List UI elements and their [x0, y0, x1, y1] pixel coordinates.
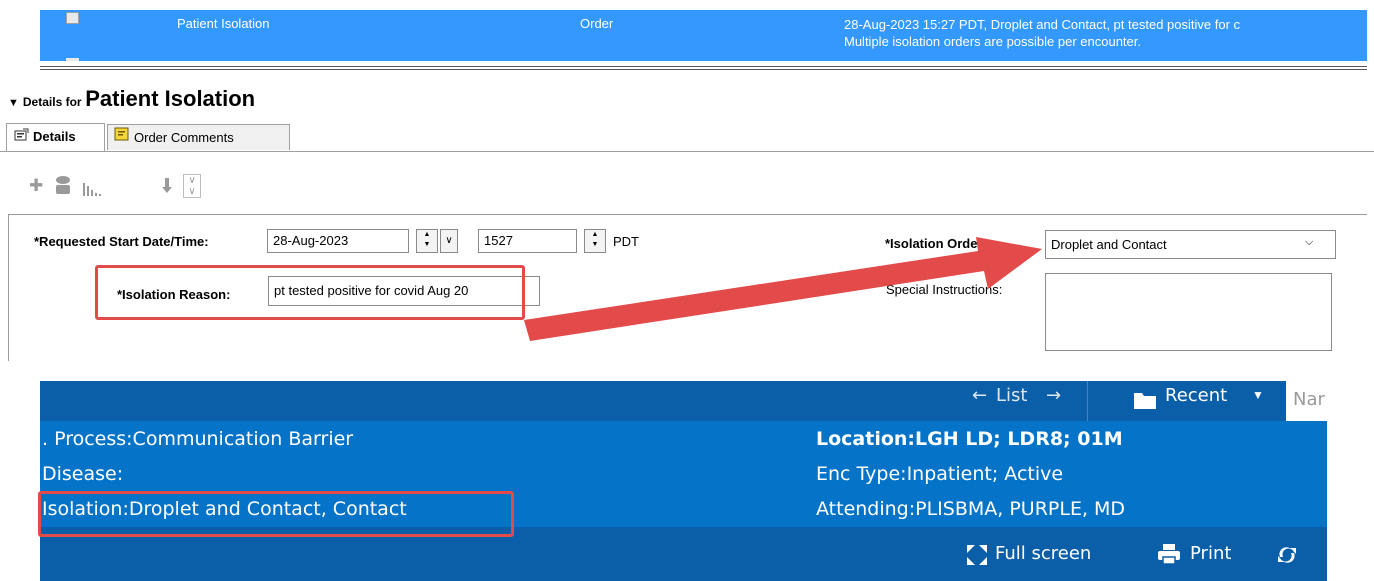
row-checkbox[interactable] — [66, 12, 79, 24]
divider — [40, 66, 1367, 67]
chevron-down-icon[interactable]: ⌵ — [1305, 236, 1313, 249]
tab-details[interactable]: Details — [6, 123, 105, 151]
refresh-icon[interactable] — [1276, 545, 1298, 568]
comments-icon — [114, 125, 130, 151]
caret-down-icon[interactable]: ▼ — [1252, 388, 1264, 402]
selected-order-row[interactable]: Patient Isolation Order 28-Aug-2023 15:2… — [40, 10, 1367, 61]
recent-menu[interactable]: Recent — [1165, 385, 1227, 406]
enc-type-info: Enc Type:Inpatient; Active — [816, 463, 1064, 485]
special-instructions-field[interactable] — [1045, 273, 1332, 351]
order-details-line1: 28-Aug-2023 15:27 PDT, Droplet and Conta… — [844, 17, 1241, 32]
pill-icon[interactable] — [53, 174, 73, 201]
tab-underline — [0, 151, 1374, 152]
order-name: Patient Isolation — [177, 16, 270, 31]
nav-list-label[interactable]: List — [996, 385, 1027, 406]
start-date-calendar-button[interactable]: ∨ — [440, 229, 458, 253]
start-date-field[interactable]: 28-Aug-2023 — [267, 229, 409, 253]
chart-icon[interactable] — [82, 181, 104, 200]
nav-back-icon[interactable]: ← — [972, 385, 987, 406]
divider — [40, 69, 1367, 70]
print-icon[interactable] — [1157, 543, 1181, 568]
add-icon[interactable]: ✚ — [29, 176, 43, 196]
order-details: 28-Aug-2023 15:27 PDT, Droplet and Conta… — [844, 16, 1367, 50]
isolation-order-value: Droplet and Contact — [1051, 237, 1167, 252]
requested-start-label: *Requested Start Date/Time: — [34, 234, 209, 249]
folder-icon — [1133, 390, 1157, 413]
full-screen-button[interactable]: Full screen — [995, 543, 1091, 564]
name-search-input[interactable]: Nar — [1286, 381, 1327, 421]
order-type: Order — [580, 16, 614, 31]
collapse-triangle-icon[interactable]: ▼ — [8, 97, 19, 109]
isolation-highlight-box — [38, 491, 514, 537]
details-title: Patient Isolation — [85, 86, 256, 111]
print-button[interactable]: Print — [1190, 543, 1231, 564]
chevron-down-icon: ∨ — [445, 235, 453, 246]
next-row-checkbox[interactable] — [66, 58, 79, 61]
location-info: Location:LGH LD; LDR8; 01M — [816, 428, 1123, 450]
full-screen-icon[interactable] — [966, 544, 988, 569]
order-details-line2: Multiple isolation orders are possible p… — [844, 34, 1142, 49]
expand-all-icon[interactable]: ∨ ∨ — [183, 174, 201, 198]
name-search-placeholder: Nar — [1293, 389, 1325, 410]
process-info: . Process:Communication Barrier — [42, 428, 354, 450]
divider — [1087, 381, 1088, 421]
attending-info: Attending:PLISBMA, PURPLE, MD — [816, 498, 1126, 520]
annotation-arrow-icon — [524, 237, 1042, 341]
start-date-spinner[interactable]: ▲ ▼ — [416, 229, 438, 253]
details-header: ▼ Details for Patient Isolation — [8, 86, 255, 112]
disease-info: Disease: — [42, 463, 124, 485]
tab-order-comments-label: Order Comments — [134, 130, 234, 145]
details-for-label: Details for — [22, 95, 82, 109]
isolation-order-select[interactable]: Droplet and Contact — [1045, 230, 1336, 259]
down-arrow-icon[interactable] — [160, 176, 174, 201]
details-icon — [13, 124, 29, 150]
reason-highlight-box — [95, 265, 525, 320]
tab-order-comments[interactable]: Order Comments — [107, 124, 290, 150]
nav-forward-icon[interactable]: → — [1046, 385, 1061, 406]
tab-details-label: Details — [33, 129, 76, 144]
